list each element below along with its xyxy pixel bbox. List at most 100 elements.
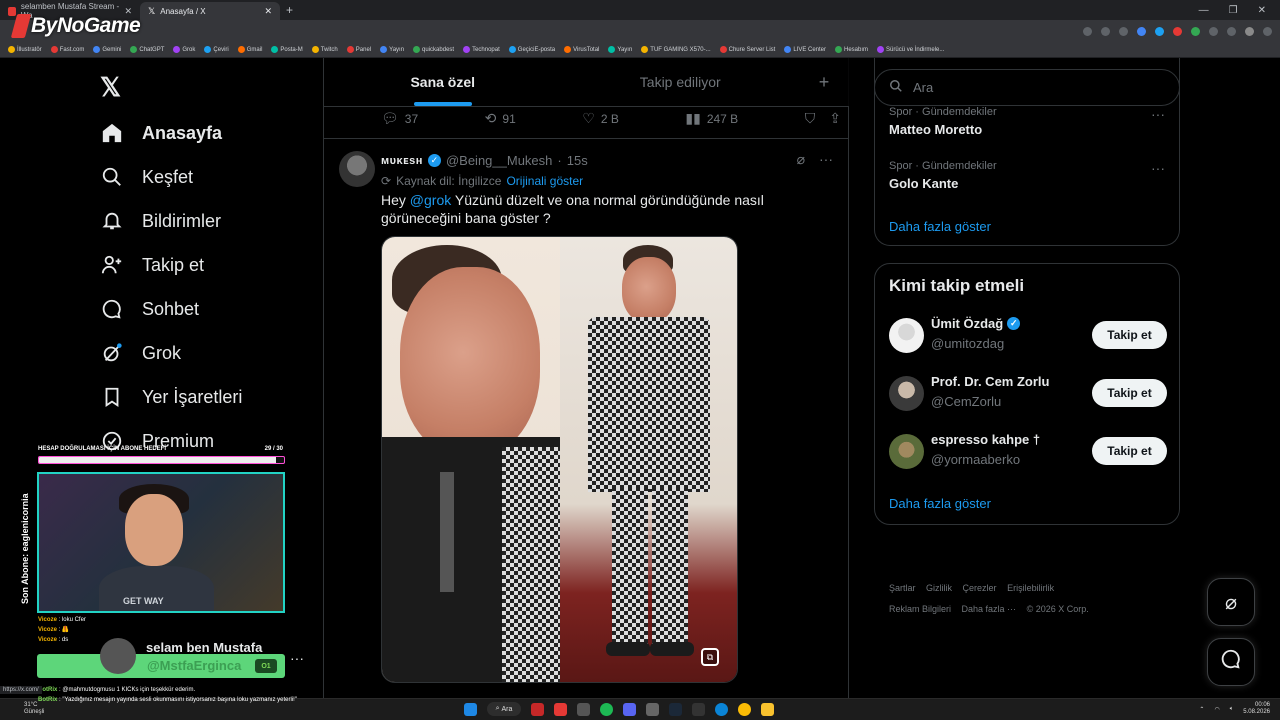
steam-icon[interactable] (669, 702, 682, 716)
nav-item-home[interactable]: Anasayfa (100, 121, 222, 145)
bookmark-item[interactable]: Yayın (608, 45, 632, 53)
avatar[interactable] (100, 638, 136, 674)
bookmark-item[interactable]: Panel (346, 45, 371, 53)
avatar[interactable] (889, 376, 924, 411)
mention-link[interactable]: @grok (410, 192, 451, 208)
tweet-image[interactable]: ⧉ (381, 236, 738, 683)
grok-explain-icon[interactable]: ⌀ (797, 151, 805, 168)
follow-button[interactable]: Takip et (1092, 321, 1167, 349)
folder-icon[interactable] (761, 702, 774, 716)
app-icon[interactable] (692, 702, 705, 716)
tab-following[interactable]: Takip ediliyor (562, 58, 800, 106)
nav-item-chat[interactable]: Sohbet (100, 297, 199, 321)
tab-for-you[interactable]: Sana özel (324, 58, 562, 106)
bookmark-item[interactable]: Sürücü ve İndirmele... (877, 45, 944, 53)
minimize-icon[interactable]: — (1199, 5, 1209, 16)
bookmark-item[interactable]: Posta-M (271, 45, 303, 53)
browser-tab-x[interactable]: 𝕏 Anasayfa / X ✕ (140, 2, 280, 20)
nav-item-bookmarks[interactable]: Yer İşaretleri (100, 385, 242, 409)
views-button[interactable]: ▮▮ 247 B (685, 110, 738, 127)
wifi-icon[interactable]: ◠ (1214, 706, 1219, 713)
bookmark-item[interactable]: Twitch (311, 45, 338, 53)
footer-link[interactable]: Gizlilik (926, 583, 952, 593)
star-icon[interactable] (1119, 26, 1128, 36)
bookmark-item[interactable]: Chure Server List (719, 45, 775, 53)
bookmark-item[interactable]: Technopat (463, 45, 500, 53)
puzzle-icon[interactable] (1209, 26, 1218, 36)
app-icon[interactable] (531, 702, 544, 716)
bookmark-item[interactable]: TUF GAMING X570-... (641, 45, 711, 53)
close-window-icon[interactable]: ✕ (1258, 5, 1266, 16)
zoom-icon[interactable] (1083, 26, 1092, 36)
bookmark-item[interactable]: quickabdest (413, 45, 454, 53)
nav-item-follow[interactable]: Takip et (100, 253, 204, 277)
bookmark-item[interactable]: GeçiciE-posta (508, 45, 555, 53)
share-icon[interactable]: ⇪ (829, 110, 841, 127)
follow-button[interactable]: Takip et (1092, 437, 1167, 465)
more-options-icon[interactable]: ··· (290, 650, 304, 666)
author-handle[interactable]: @Being__Mukesh (446, 153, 552, 168)
trend-item[interactable]: Spor · Gündemdekiler Matteo Moretto (889, 106, 997, 137)
bookmark-icon[interactable]: ⛉ (805, 110, 816, 127)
tweet-time[interactable]: 15s (567, 153, 588, 168)
close-tab-icon[interactable]: ✕ (264, 6, 272, 17)
app-icon[interactable] (646, 702, 659, 716)
bookmark-item[interactable]: Grok (173, 45, 195, 53)
profile-avatar[interactable] (1245, 26, 1254, 36)
volume-icon[interactable]: 🔈︎ (1230, 706, 1234, 713)
bookmark-item[interactable]: Gmail (237, 45, 262, 53)
trend-item[interactable]: Spor · Gündemdekiler Golo Kante (889, 160, 997, 191)
nav-item-grok[interactable]: Grok (100, 341, 181, 365)
footer-link[interactable]: Erişilebilirlik (1007, 583, 1054, 593)
bookmark-item[interactable]: VirusTotal (564, 45, 599, 53)
show-more-link[interactable]: Daha fazla göster (889, 219, 991, 234)
bookmark-item[interactable]: Hesabım (835, 45, 868, 53)
footer-link[interactable]: Çerezler (963, 583, 997, 593)
bookmark-item[interactable]: LIVE Center (784, 45, 826, 53)
menu-icon[interactable] (1263, 26, 1272, 36)
maximize-icon[interactable]: ❐ (1229, 5, 1238, 16)
search-input[interactable]: Ara (874, 69, 1180, 106)
footer-link[interactable]: Reklam Bilgileri (889, 604, 951, 614)
suggested-user[interactable]: espresso kahpe † @yormaaberko Takip et (889, 432, 1167, 472)
bookmark-item[interactable]: ChatGPT (130, 45, 164, 53)
show-more-link[interactable]: Daha fazla göster (889, 496, 991, 511)
avatar[interactable] (889, 318, 924, 353)
bookmark-item[interactable]: Çeviri (204, 45, 229, 53)
more-options-icon[interactable]: ··· (1151, 160, 1165, 176)
suggested-user[interactable]: Ümit Özdağ ✓ @umitozdag Takip et (889, 316, 1167, 356)
footer-link[interactable]: Daha fazla ··· (962, 604, 1017, 614)
app-icon[interactable] (554, 702, 567, 716)
suggested-user[interactable]: Prof. Dr. Cem Zorlu @CemZorlu Takip et (889, 374, 1167, 414)
show-original-link[interactable]: Orijinali göster (506, 174, 583, 188)
bookmark-item[interactable]: Yayın (380, 45, 404, 53)
clock[interactable]: 00:06 5.08.2026 (1243, 702, 1270, 716)
author-name[interactable]: ᴍᴜᴋᴇsʜ (381, 155, 423, 167)
add-feed-icon[interactable]: + (799, 58, 849, 106)
shield-icon[interactable] (1191, 26, 1200, 36)
tray-chevron-icon[interactable]: ⌃ (1199, 706, 1204, 713)
avatar[interactable] (889, 434, 924, 469)
bookmark-item[interactable]: Fast.com (50, 45, 84, 53)
repost-button[interactable]: ⟲ 91 (485, 110, 516, 127)
extension-icon[interactable] (1137, 26, 1146, 36)
download-icon[interactable] (1227, 26, 1236, 36)
alt-text-icon[interactable]: ⧉ (701, 648, 719, 666)
discord-icon[interactable] (623, 702, 636, 716)
follow-button[interactable]: Takip et (1092, 379, 1167, 407)
nav-item-notifications[interactable]: Bildirimler (100, 209, 221, 233)
extension-icon[interactable] (1173, 26, 1182, 36)
more-options-icon[interactable]: ··· (1151, 106, 1165, 122)
footer-link[interactable]: Şartlar (889, 583, 916, 593)
cast-icon[interactable] (1101, 26, 1110, 36)
reply-button[interactable]: 💬︎ 37 (381, 110, 418, 127)
bookmark-item[interactable]: İllustratör (8, 45, 42, 53)
avatar[interactable] (339, 151, 375, 187)
like-button[interactable]: ♡ 2 B (582, 110, 619, 127)
spotify-icon[interactable] (600, 702, 613, 716)
messages-fab-button[interactable] (1207, 638, 1255, 686)
more-options-icon[interactable]: ··· (819, 151, 833, 168)
extension-icon[interactable] (1155, 26, 1164, 36)
grok-fab-button[interactable]: ⌀ (1207, 578, 1255, 626)
chrome-icon[interactable] (738, 702, 751, 716)
